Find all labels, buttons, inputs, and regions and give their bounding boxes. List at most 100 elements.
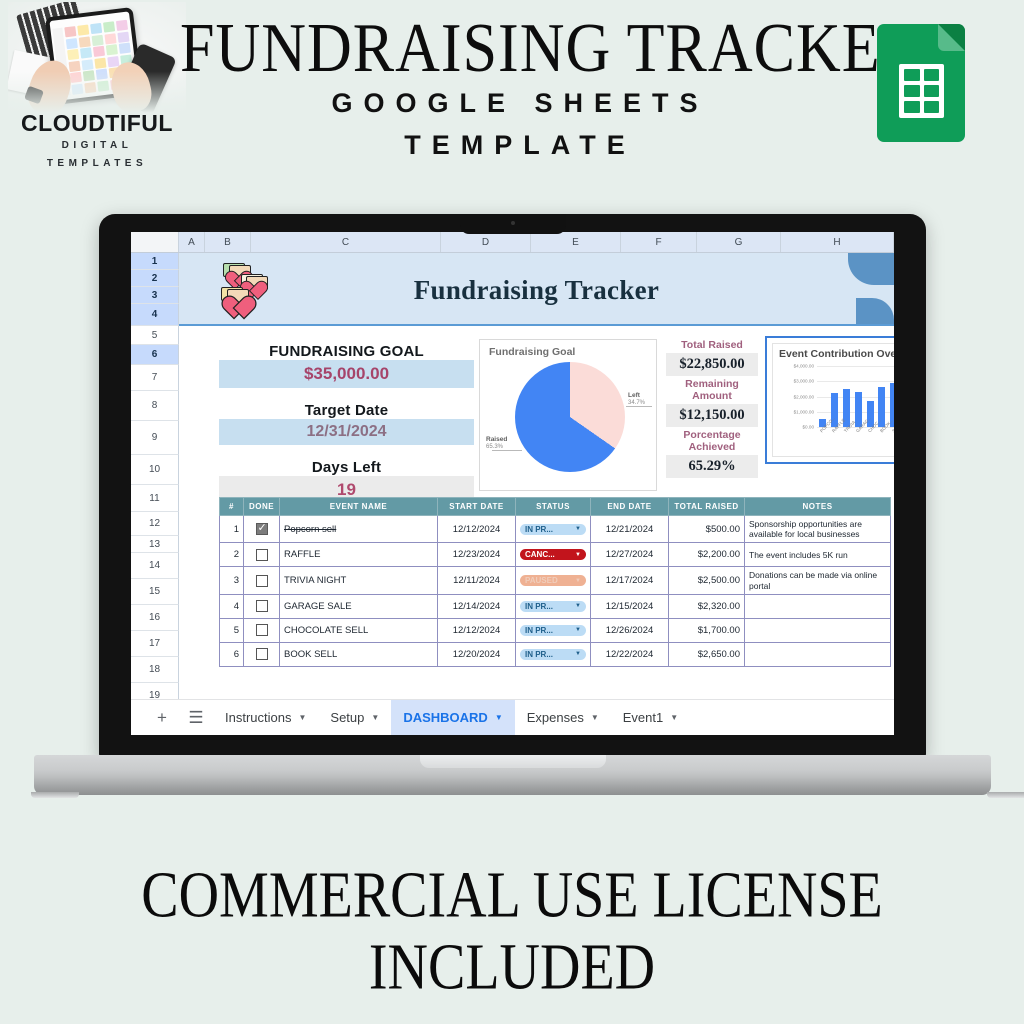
chevron-down-icon[interactable]: ▼: [575, 603, 581, 609]
row-header[interactable]: 13: [131, 536, 179, 553]
row-header[interactable]: 4: [131, 304, 179, 326]
cell-number[interactable]: 6: [219, 641, 244, 667]
cell-event-name[interactable]: TRIVIA NIGHT: [279, 566, 438, 595]
add-sheet-icon[interactable]: +: [145, 701, 179, 735]
chevron-down-icon[interactable]: ▼: [575, 651, 581, 657]
cell-number[interactable]: 5: [219, 617, 244, 643]
fundraising-goal-value[interactable]: $35,000.00: [219, 360, 474, 388]
done-checkbox[interactable]: [255, 600, 268, 613]
cell-status[interactable]: CANC... ▼: [515, 542, 591, 568]
done-checkbox[interactable]: [255, 624, 268, 637]
chevron-down-icon[interactable]: ▼: [298, 713, 306, 722]
chevron-down-icon[interactable]: ▼: [591, 713, 599, 722]
row-header[interactable]: 10: [131, 455, 179, 485]
cell-end-date[interactable]: 12/27/2024: [590, 542, 669, 568]
fundraising-goal-pie-chart[interactable]: Fundraising Goal Left 34.7% Raised 65.3%: [479, 339, 657, 491]
all-sheets-icon[interactable]: ☰: [179, 701, 213, 735]
th-notes[interactable]: NOTES: [744, 497, 891, 516]
column-header-g[interactable]: G: [697, 232, 781, 252]
cell-done[interactable]: [243, 641, 280, 667]
total-raised-value[interactable]: $22,850.00: [666, 353, 758, 377]
cell-status[interactable]: PAUSED ▼: [515, 566, 591, 595]
chevron-down-icon[interactable]: ▼: [371, 713, 379, 722]
cell-status[interactable]: IN PR... ▼: [515, 617, 591, 643]
cell-total-raised[interactable]: $1,700.00: [668, 617, 745, 643]
cell-done[interactable]: [243, 617, 280, 643]
chevron-down-icon[interactable]: ▼: [575, 578, 581, 584]
status-badge[interactable]: IN PR... ▼: [520, 648, 586, 660]
status-badge[interactable]: PAUSED ▼: [520, 575, 586, 587]
cell-total-raised[interactable]: $500.00: [668, 514, 745, 544]
row-header[interactable]: 9: [131, 421, 179, 455]
chevron-down-icon[interactable]: ▼: [575, 526, 581, 532]
cell-end-date[interactable]: 12/21/2024: [590, 514, 669, 544]
th-start-date[interactable]: START DATE: [437, 497, 516, 516]
cell-number[interactable]: 2: [219, 542, 244, 568]
cell-start-date[interactable]: 12/20/2024: [437, 641, 516, 667]
th-status[interactable]: STATUS: [515, 497, 591, 516]
column-header-e[interactable]: E: [531, 232, 621, 252]
column-header-h[interactable]: H: [781, 232, 894, 252]
done-checkbox[interactable]: [255, 574, 268, 587]
row-header[interactable]: 18: [131, 657, 179, 683]
row-header[interactable]: 3: [131, 287, 179, 304]
row-header[interactable]: 5: [131, 326, 179, 345]
cell-notes[interactable]: [744, 593, 891, 619]
cell-done[interactable]: [243, 593, 280, 619]
cell-status[interactable]: IN PR... ▼: [515, 514, 591, 544]
done-checkbox[interactable]: [255, 521, 268, 536]
chevron-down-icon[interactable]: ▼: [575, 627, 581, 633]
chevron-down-icon[interactable]: ▼: [495, 713, 503, 722]
cell-event-name[interactable]: CHOCOLATE SELL: [279, 617, 438, 643]
cell-end-date[interactable]: 12/15/2024: [590, 593, 669, 619]
cell-notes[interactable]: The event includes 5K run: [744, 542, 891, 568]
chevron-down-icon[interactable]: ▼: [575, 552, 581, 558]
done-checkbox[interactable]: [255, 548, 268, 561]
cell-total-raised[interactable]: $2,650.00: [668, 641, 745, 667]
select-all-corner[interactable]: [131, 232, 179, 252]
sheet-tab-expenses[interactable]: Expenses ▼: [515, 700, 611, 736]
cell-status[interactable]: IN PR... ▼: [515, 641, 591, 667]
cell-total-raised[interactable]: $2,320.00: [668, 593, 745, 619]
sheet-tab-instructions[interactable]: Instructions ▼: [213, 700, 318, 736]
cell-end-date[interactable]: 12/22/2024: [590, 641, 669, 667]
th-number[interactable]: #: [219, 497, 244, 516]
cell-start-date[interactable]: 12/12/2024: [437, 514, 516, 544]
th-total-raised[interactable]: TOTAL RAISED: [668, 497, 745, 516]
cell-number[interactable]: 3: [219, 566, 244, 595]
sheet-tab-setup[interactable]: Setup ▼: [318, 700, 391, 736]
cell-done[interactable]: [243, 542, 280, 568]
row-header[interactable]: 7: [131, 365, 179, 391]
column-header-b[interactable]: B: [205, 232, 251, 252]
cell-total-raised[interactable]: $2,500.00: [668, 566, 745, 595]
row-header[interactable]: 6: [131, 345, 179, 365]
cell-event-name[interactable]: BOOK SELL: [279, 641, 438, 667]
cell-notes[interactable]: [744, 617, 891, 643]
cell-total-raised[interactable]: $2,200.00: [668, 542, 745, 568]
status-badge[interactable]: IN PR... ▼: [520, 523, 586, 535]
th-done[interactable]: DONE: [243, 497, 280, 516]
row-header[interactable]: 12: [131, 512, 179, 536]
done-checkbox[interactable]: [255, 648, 268, 661]
cell-notes[interactable]: [744, 641, 891, 667]
cell-start-date[interactable]: 12/12/2024: [437, 617, 516, 643]
row-header[interactable]: 17: [131, 631, 179, 657]
cell-notes[interactable]: Sponsorship opportunities are available …: [744, 514, 891, 544]
chevron-down-icon[interactable]: ▼: [670, 713, 678, 722]
cell-done[interactable]: [243, 514, 280, 544]
cell-start-date[interactable]: 12/11/2024: [437, 566, 516, 595]
row-header[interactable]: 11: [131, 485, 179, 512]
cell-start-date[interactable]: 12/14/2024: [437, 593, 516, 619]
column-header-f[interactable]: F: [621, 232, 697, 252]
column-header-d[interactable]: D: [441, 232, 531, 252]
cell-notes[interactable]: Donations can be made via online portal: [744, 566, 891, 595]
column-header-c[interactable]: C: [251, 232, 441, 252]
percentage-achieved-value[interactable]: 65.29%: [666, 455, 758, 479]
row-header[interactable]: 1: [131, 253, 179, 270]
cell-start-date[interactable]: 12/23/2024: [437, 542, 516, 568]
cell-event-name[interactable]: GARAGE SALE: [279, 593, 438, 619]
row-header[interactable]: 16: [131, 605, 179, 631]
cell-number[interactable]: 4: [219, 593, 244, 619]
th-event-name[interactable]: EVENT NAME: [279, 497, 438, 516]
event-contribution-bar-chart[interactable]: Event Contribution Overview $4,000.00 $3…: [765, 336, 894, 464]
